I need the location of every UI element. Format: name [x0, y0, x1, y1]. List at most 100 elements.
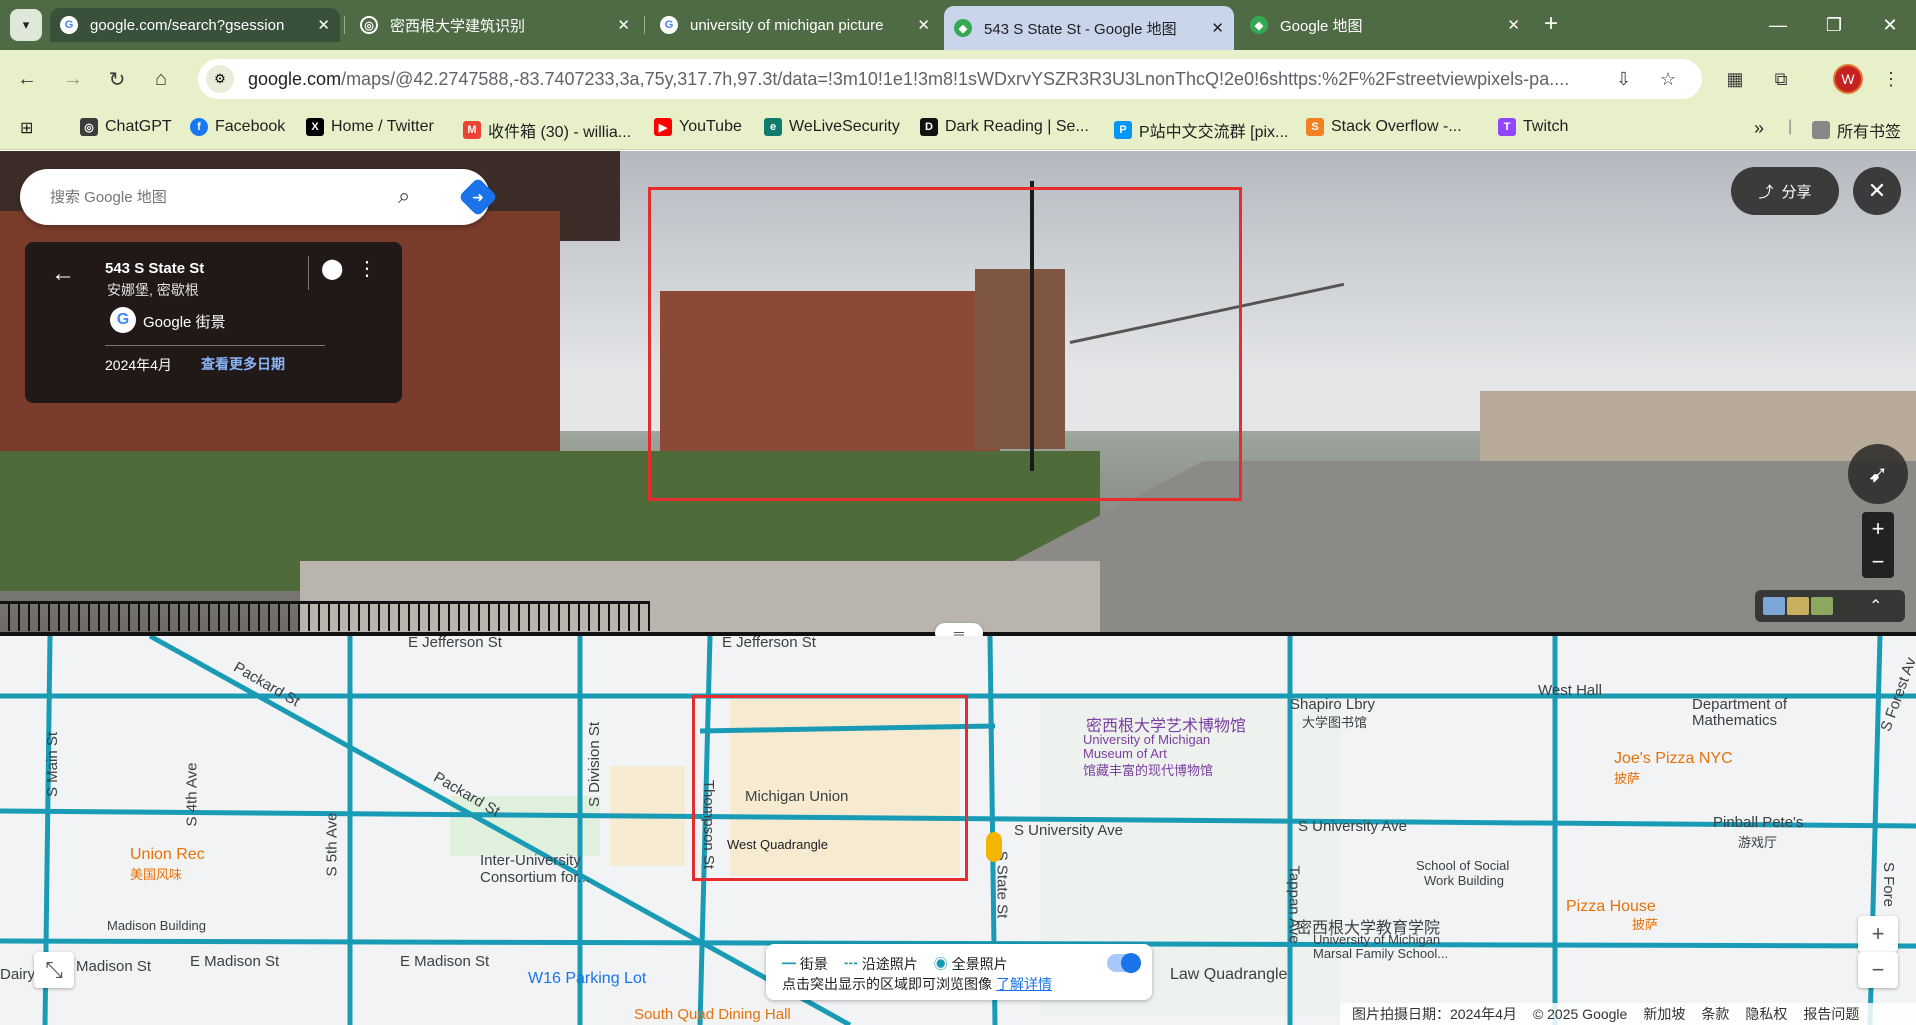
restore-icon[interactable]: ❐	[1806, 0, 1862, 50]
coverage-toggle[interactable]	[1107, 953, 1141, 973]
tab-maps-state-st[interactable]: ◆ 543 S State St - Google 地图 ✕	[944, 6, 1234, 50]
street-label: S 5th Ave	[323, 812, 341, 877]
layer-thumb-map[interactable]	[1763, 597, 1785, 615]
see-more-dates-link[interactable]: 查看更多日期	[201, 354, 285, 374]
chevron-up-icon[interactable]: ⌃	[1869, 596, 1882, 616]
bookmark-dark-reading[interactable]: D Dark Reading | Se...	[920, 118, 1089, 136]
x-twitter-icon: X	[306, 118, 324, 136]
chatgpt-icon: ◎	[80, 118, 98, 136]
bookmark-twitch[interactable]: T Twitch	[1498, 118, 1568, 136]
pegman-icon[interactable]	[986, 832, 1002, 862]
minimize-icon[interactable]: —	[1750, 0, 1806, 50]
search-input[interactable]	[50, 188, 370, 206]
menu-icon[interactable]: ⋮	[1876, 64, 1906, 94]
footer-privacy-link[interactable]: 隐私权	[1745, 1004, 1787, 1024]
street-label: S Fore	[1880, 861, 1898, 908]
poi-label[interactable]: Michigan Union	[745, 788, 848, 805]
bookmark-twitter[interactable]: X Home / Twitter	[306, 118, 434, 136]
close-tab-icon[interactable]: ✕	[617, 16, 630, 34]
tab-umich-pictures[interactable]: G university of michigan picture ✕	[650, 8, 940, 42]
layer-thumb-terrain[interactable]	[1811, 597, 1833, 615]
map-zoom-out-icon[interactable]: −	[1858, 952, 1898, 988]
poi-label[interactable]: School of Social	[1416, 858, 1509, 873]
profile-avatar[interactable]: W	[1833, 64, 1863, 94]
extensions-icon[interactable]: ⧉	[1766, 64, 1796, 94]
welivesecurity-icon: e	[764, 118, 782, 136]
compass-icon[interactable]: ➹	[1848, 444, 1908, 504]
footer-terms-link[interactable]: 条款	[1701, 1004, 1729, 1024]
bookmark-facebook[interactable]: f Facebook	[190, 118, 285, 136]
zoom-out-icon[interactable]: −	[1862, 545, 1894, 578]
poi-label[interactable]: W16 Parking Lot	[528, 970, 646, 988]
footer-report-link[interactable]: 报告问题	[1803, 1004, 1859, 1024]
poi-label[interactable]: Inter-University	[480, 852, 581, 869]
site-info-icon[interactable]: ⚙	[206, 65, 234, 93]
url-text[interactable]: google.com/maps/@42.2747588,-83.7407233,…	[248, 69, 1608, 90]
poi-label[interactable]: Shapiro Lbry	[1290, 696, 1375, 713]
coverage-legend: ━ 街景 ┅ 沿途照片 ◉ 全景照片 点击突出显示的区域即可浏览图像 了解详情	[766, 944, 1152, 1000]
qr-code-icon[interactable]: ▦	[1720, 64, 1750, 94]
legend-label: 全景照片	[951, 956, 1008, 972]
poi-label[interactable]: South Quad Dining Hall	[634, 1006, 791, 1023]
zoom-in-icon[interactable]: +	[1862, 512, 1894, 545]
footer-region[interactable]: 新加坡	[1643, 1004, 1685, 1024]
share-button[interactable]: ⤴ 分享	[1731, 167, 1839, 215]
poi-label: Mathematics	[1692, 712, 1778, 729]
reload-icon[interactable]: ↻	[102, 64, 132, 94]
pin-icon[interactable]: ⬤	[321, 256, 343, 281]
address-bar[interactable]: ⚙ google.com/maps/@42.2747588,-83.740723…	[198, 59, 1702, 99]
tab-search-button[interactable]: ▾	[10, 9, 42, 41]
poi-label[interactable]: Law Quadrangle	[1170, 966, 1287, 984]
bookmark-pixiv[interactable]: P P站中文交流群 [pix...	[1114, 118, 1288, 142]
all-bookmarks-folder[interactable]: 所有书签	[1812, 118, 1901, 142]
close-tab-icon[interactable]: ✕	[917, 16, 930, 34]
bookmark-stack-overflow[interactable]: S Stack Overflow -...	[1306, 118, 1462, 136]
close-tab-icon[interactable]: ✕	[1507, 16, 1520, 34]
close-icon[interactable]: ✕	[1853, 167, 1901, 215]
bookmark-chatgpt[interactable]: ◎ ChatGPT	[80, 118, 172, 136]
tab-google-maps[interactable]: ◆ Google 地图 ✕	[1240, 8, 1530, 42]
directions-icon[interactable]: ➜	[458, 177, 498, 217]
window-close-icon[interactable]: ✕	[1862, 0, 1916, 50]
google-logo-icon: G	[110, 307, 136, 333]
tab-google-search[interactable]: G google.com/search?gsession ✕	[50, 8, 340, 42]
share-label: 分享	[1781, 183, 1812, 201]
poi-label[interactable]: Union Rec	[130, 846, 205, 864]
learn-more-link[interactable]: 了解详情	[996, 976, 1052, 992]
poi-label[interactable]: Department of	[1692, 696, 1787, 713]
poi-label[interactable]: Pinball Pete's	[1713, 814, 1803, 831]
bookmark-gmail[interactable]: M 收件箱 (30) - willia...	[463, 118, 631, 142]
map-footer: 图片拍摄日期：2024年4月 © 2025 Google 新加坡 条款 隐私权 …	[1340, 1003, 1916, 1025]
bookmark-star-icon[interactable]: ☆	[1660, 69, 1676, 90]
street-label: Thompson St	[700, 779, 718, 870]
legend-along-route: ┅ 沿途照片	[844, 954, 918, 974]
map-zoom-in-icon[interactable]: +	[1858, 916, 1898, 952]
poi-label[interactable]: West Hall	[1538, 682, 1602, 699]
share-icon: ⤴	[1758, 183, 1774, 201]
install-app-icon[interactable]: ⇩	[1616, 69, 1631, 90]
bookmark-label: 收件箱 (30) - willia...	[488, 124, 632, 141]
close-tab-icon[interactable]: ✕	[1211, 19, 1224, 37]
bookmark-welivesecurity[interactable]: e WeLiveSecurity	[764, 118, 900, 136]
more-icon[interactable]: ⋮	[357, 256, 377, 281]
poi-label[interactable]: West Quadrangle	[727, 837, 828, 852]
layer-thumb-satellite[interactable]	[1787, 597, 1809, 615]
tab-umich-building[interactable]: ◎ 密西根大学建筑识别 ✕	[350, 8, 640, 42]
back-icon[interactable]: ←	[12, 64, 42, 94]
card-rule	[105, 345, 325, 346]
apps-grid-icon[interactable]: ⊞	[20, 118, 33, 138]
collapse-icon[interactable]: ⤡	[34, 952, 74, 988]
poi-label[interactable]: Joe's Pizza NYC	[1614, 750, 1733, 768]
forward-icon[interactable]: →	[58, 64, 88, 94]
poi-label[interactable]: Madison Building	[107, 918, 206, 933]
home-icon[interactable]: ⌂	[146, 64, 176, 94]
layers-switcher[interactable]: ⌃	[1755, 590, 1905, 622]
search-icon[interactable]: ⌕	[398, 183, 410, 209]
bookmark-youtube[interactable]: ▶ YouTube	[654, 118, 742, 136]
close-tab-icon[interactable]: ✕	[317, 16, 330, 34]
poi-label: 美国风味	[130, 867, 183, 882]
poi-label: University of Michigan	[1083, 732, 1211, 747]
back-arrow-icon[interactable]: ←	[51, 260, 75, 288]
new-tab-button[interactable]: +	[1544, 10, 1558, 38]
bookmarks-overflow-icon[interactable]: »	[1754, 118, 1764, 139]
